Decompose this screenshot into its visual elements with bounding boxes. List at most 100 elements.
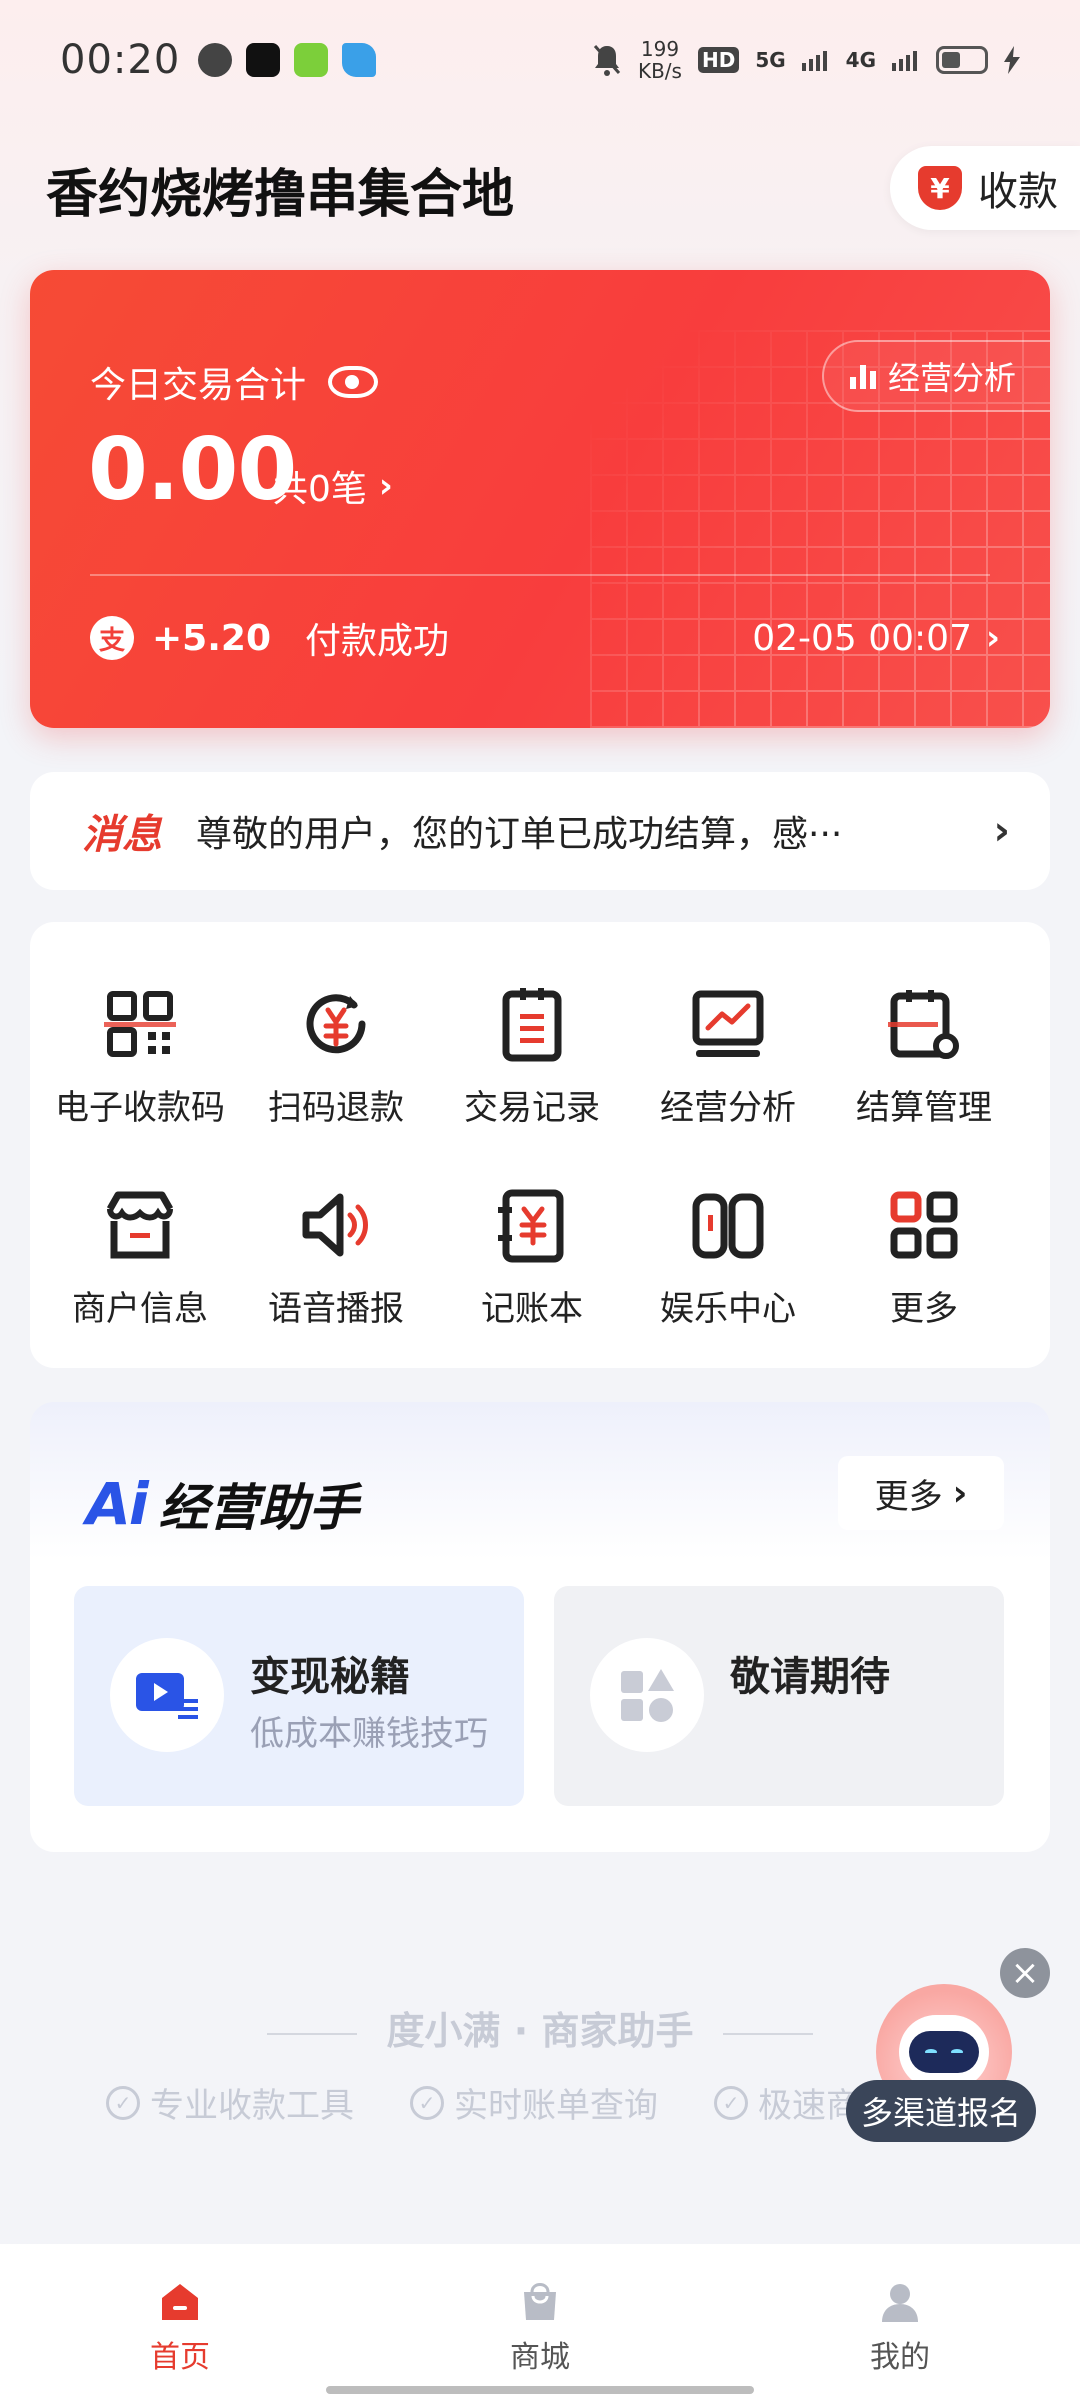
plane-notification-icon [342, 43, 377, 77]
payment-shield-icon: ¥ [918, 166, 962, 210]
robot-head [899, 2015, 989, 2089]
signal-icon-2 [892, 51, 917, 71]
total-amount: 0.00 [88, 420, 297, 520]
close-icon[interactable]: × [1000, 1948, 1050, 1998]
store-icon [106, 1191, 174, 1259]
ai-more-button[interactable]: 更多 › [838, 1456, 1004, 1530]
ai-card-icon-wrap [110, 1638, 224, 1752]
tab-mall[interactable]: 商城 [440, 2280, 640, 2376]
function-label: 商户信息 [72, 1289, 208, 1329]
latest-transaction-amount: +5.20 [152, 617, 271, 659]
footer-feature-label: 专业收款工具 [150, 2086, 354, 2126]
transaction-count: 共0笔 [272, 469, 367, 510]
function-item-business-analysis[interactable]: 经营分析 [630, 984, 826, 1129]
summary-title: 今日交易合计 [90, 365, 307, 406]
signal-icon [801, 51, 827, 71]
function-grid: 电子收款码 扫码退款 交易记录 经营分析 结算管理 商户信息 语音播报 记账本 … [30, 984, 1050, 1330]
bar-chart-icon [850, 363, 876, 389]
message-text: 尊敬的用户，您的订单已成功结算，感··· [196, 814, 843, 855]
latest-transaction-row[interactable]: 支 +5.20 付款成功 02-05 00:07 › [90, 612, 1000, 664]
hd-badge: HD [697, 47, 740, 73]
function-item-more[interactable]: 更多 [826, 1185, 1022, 1330]
footer-feature: ✓ 极速商 [714, 2078, 860, 2127]
eye-icon[interactable] [328, 366, 379, 398]
robot-visor [909, 2031, 979, 2073]
function-label: 交易记录 [464, 1088, 600, 1128]
function-label: 记账本 [481, 1289, 583, 1329]
refund-icon [306, 994, 366, 1054]
gesture-home-bar[interactable] [326, 2386, 754, 2394]
business-analysis-icon [692, 990, 764, 1057]
mute-icon [593, 45, 621, 76]
function-item-voice-broadcast[interactable]: 语音播报 [238, 1185, 434, 1330]
status-right: 199 KB/s HD 5G 4G [592, 38, 1020, 82]
chat-notification-icon [198, 43, 233, 77]
latest-transaction-time-wrap: 02-05 00:07 › [752, 618, 1000, 659]
ai-card-title: 敬请期待 [730, 1654, 890, 1700]
notification-icons [198, 43, 377, 77]
function-item-payment-code[interactable]: 电子收款码 [42, 984, 238, 1129]
speed-unit: KB/s [637, 59, 682, 83]
shopping-bag-icon [524, 2283, 556, 2320]
footer-feature: ✓ 专业收款工具 [106, 2078, 354, 2127]
network-5g: 5G [755, 48, 786, 72]
tab-label: 我的 [870, 2340, 930, 2375]
ledger-icon [498, 1189, 564, 1263]
function-label: 结算管理 [856, 1088, 992, 1128]
card-divider [90, 574, 990, 576]
daily-summary-card: 今日交易合计 经营分析 0.00 共0笔 › 支 +5.20 付款成功 02-0… [30, 270, 1050, 728]
chevron-right-icon: › [952, 1472, 968, 1514]
collect-payment-label: 收款 [978, 169, 1058, 215]
function-item-settlement[interactable]: 结算管理 [826, 984, 1022, 1129]
ai-badge: Ai [86, 1470, 149, 1538]
video-icon [136, 1673, 198, 1719]
ai-card-monetize[interactable]: 变现秘籍 低成本赚钱技巧 [74, 1586, 524, 1806]
chevron-right-icon: › [378, 466, 393, 506]
bottom-tab-bar: 首页 商城 我的 [0, 2244, 1080, 2400]
collect-payment-button[interactable]: ¥ 收款 [890, 146, 1080, 230]
function-item-scan-refund[interactable]: 扫码退款 [238, 984, 434, 1129]
tiktok-notification-icon [246, 43, 281, 77]
message-tag: 消息 [82, 812, 162, 858]
message-bar[interactable]: 消息 尊敬的用户，您的订单已成功结算，感··· › [30, 772, 1050, 890]
transaction-record-icon [502, 988, 562, 1062]
tab-home[interactable]: 首页 [80, 2280, 280, 2376]
function-grid-card: 电子收款码 扫码退款 交易记录 经营分析 结算管理 商户信息 语音播报 记账本 … [30, 922, 1050, 1368]
speed-value: 199 [640, 37, 680, 61]
function-item-transaction-records[interactable]: 交易记录 [434, 984, 630, 1129]
footer-feature-label: 极速商 [758, 2086, 860, 2126]
function-label: 娱乐中心 [660, 1289, 796, 1329]
summary-title-row: 今日交易合计 [90, 356, 379, 408]
battery-icon [936, 46, 988, 74]
transaction-count-link[interactable]: 共0笔 › [272, 460, 393, 512]
function-item-ledger[interactable]: 记账本 [434, 1185, 630, 1330]
network-speed: 199 KB/s [638, 38, 682, 82]
profile-icon [882, 2284, 918, 2322]
chevron-right-icon: › [985, 618, 1000, 658]
check-circle-icon: ✓ [714, 2085, 748, 2120]
home-icon [162, 2284, 198, 2320]
tab-profile[interactable]: 我的 [800, 2280, 1000, 2376]
function-item-merchant-info[interactable]: 商户信息 [42, 1185, 238, 1330]
ai-card-desc: 低成本赚钱技巧 [250, 1714, 488, 1754]
footer-feature-label: 实时账单查询 [454, 2086, 658, 2126]
network-4g: 4G [845, 48, 876, 72]
shapes-icon [621, 1669, 674, 1722]
ai-assistant-title: Ai 经营助手 [86, 1468, 359, 1540]
footer-feature: ✓ 实时账单查询 [410, 2078, 658, 2127]
business-analysis-button[interactable]: 经营分析 [822, 340, 1050, 412]
function-label: 更多 [890, 1289, 958, 1329]
function-label: 经营分析 [660, 1088, 796, 1128]
ai-card-coming-soon[interactable]: 敬请期待 [554, 1586, 1004, 1806]
settlement-icon [888, 990, 959, 1059]
more-grid-icon [890, 1191, 958, 1259]
business-analysis-label: 经营分析 [888, 359, 1017, 397]
function-item-entertainment[interactable]: 娱乐中心 [630, 1185, 826, 1330]
header: 香约烧烤撸串集合地 ¥ 收款 [0, 140, 1080, 240]
chevron-right-icon: › [993, 808, 1010, 854]
floating-assistant[interactable]: 多渠道报名 × [846, 1948, 1050, 2146]
charging-icon [1004, 46, 1020, 74]
check-circle-icon: ✓ [410, 2085, 444, 2120]
status-time: 00:20 [60, 37, 181, 83]
function-label: 语音播报 [268, 1289, 404, 1329]
